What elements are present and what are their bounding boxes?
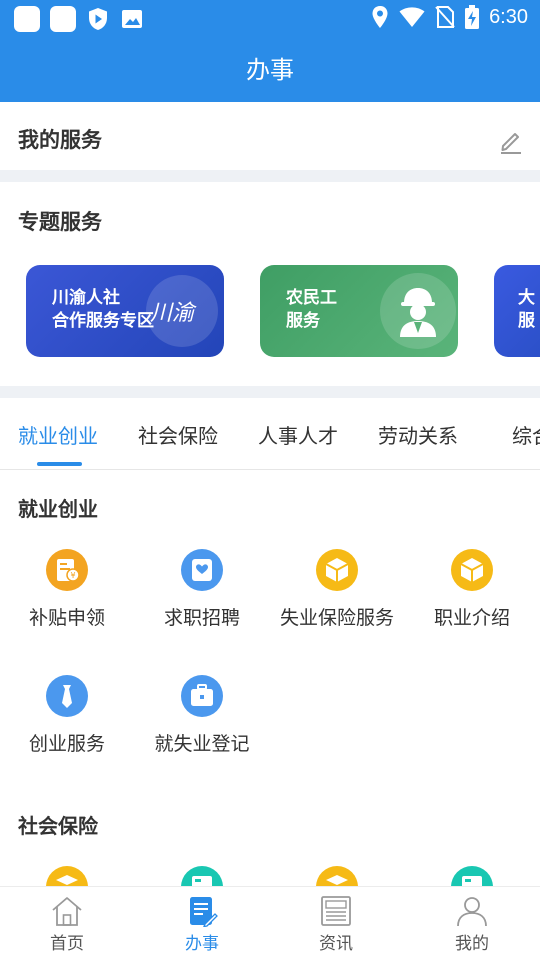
service-label: 职业介绍 (433, 607, 510, 629)
section-title-employment: 就业创业 (18, 497, 98, 521)
tab-social-insurance[interactable]: 社会保险 (138, 420, 218, 449)
subsidy-icon: ¥ (46, 549, 88, 591)
card-title-line1: 川渝人社 (52, 288, 120, 308)
battery-charging-icon (465, 5, 480, 29)
status-time: 6:30 (489, 5, 528, 28)
card-partial-service[interactable]: 大 服 (494, 265, 540, 357)
card-title-line2: 合作服务专区 (52, 311, 154, 331)
category-tabs: 就业创业 社会保险 人事人才 劳动关系 综合 (0, 398, 540, 470)
news-icon (321, 896, 351, 926)
chuanyu-badge-icon: 川渝 (146, 275, 218, 347)
my-service-label: 我的服务 (18, 128, 102, 152)
home-icon (52, 897, 82, 926)
status-bar: 6:30 (0, 0, 540, 38)
app-square-icon (14, 6, 40, 32)
briefcase-icon (181, 675, 223, 717)
social-insurance-service-icon[interactable] (46, 866, 88, 886)
bottom-navigation: 首页 办事 资讯 我的 (0, 886, 540, 960)
image-icon (122, 10, 142, 28)
social-insurance-card-icon[interactable] (181, 866, 223, 886)
box-icon (316, 549, 358, 591)
svg-text:¥: ¥ (70, 571, 75, 580)
nav-home[interactable]: 首页 (27, 895, 107, 954)
nav-news[interactable]: 资讯 (296, 895, 376, 954)
nav-label: 资讯 (319, 934, 353, 954)
nav-label: 我的 (455, 934, 489, 954)
worker-helmet-icon (380, 273, 456, 349)
service-label: 求职招聘 (163, 607, 240, 629)
social-insurance-card-icon[interactable] (451, 866, 493, 886)
tab-employment[interactable]: 就业创业 (18, 420, 98, 449)
section-divider (0, 386, 540, 398)
wifi-icon (399, 7, 425, 27)
service-unemployment-insurance[interactable]: 失业保险服务 (272, 549, 402, 630)
service-label: 就失业登记 (154, 733, 250, 755)
card-chuanyu-service[interactable]: 川渝人社 合作服务专区 川渝 (26, 265, 224, 357)
tab-comprehensive[interactable]: 综合 (512, 420, 540, 449)
service-employment-registration[interactable]: 就失业登记 (137, 675, 267, 756)
card-title-line1: 农民工 (286, 288, 337, 308)
no-sim-icon (435, 6, 455, 28)
resume-heart-icon (181, 549, 223, 591)
section-title-social-insurance: 社会保险 (18, 814, 98, 838)
nav-services[interactable]: 办事 (162, 895, 242, 954)
service-label: 失业保险服务 (279, 607, 394, 629)
nav-me[interactable]: 我的 (432, 895, 512, 954)
chuanyu-badge-text: 川渝 (150, 301, 195, 326)
active-tab-indicator (37, 462, 82, 466)
page-title: 办事 (0, 38, 540, 102)
card-title-line1: 大 (518, 288, 535, 308)
tab-labor-relations[interactable]: 劳动关系 (378, 420, 458, 449)
service-job-introduction[interactable]: 职业介绍 (407, 549, 537, 630)
service-job-recruitment[interactable]: 求职招聘 (137, 549, 267, 630)
nav-label: 办事 (185, 934, 219, 954)
social-insurance-icons-partial (0, 866, 540, 886)
section-divider (0, 170, 540, 182)
special-services-label: 专题服务 (18, 210, 102, 234)
nav-label: 首页 (50, 934, 84, 954)
tab-personnel[interactable]: 人事人才 (258, 420, 338, 449)
social-insurance-service-icon[interactable] (316, 866, 358, 886)
box-icon (451, 549, 493, 591)
user-icon (457, 897, 487, 927)
card-title-line2: 服务 (286, 311, 320, 331)
card-title-line2: 服 (518, 311, 535, 331)
document-pen-icon (190, 897, 218, 927)
service-subsidy-application[interactable]: ¥ 补贴申领 (2, 549, 132, 630)
edit-pencil-icon[interactable] (498, 128, 524, 154)
card-migrant-worker-service[interactable]: 农民工 服务 (260, 265, 458, 357)
my-service-row: 我的服务 (0, 102, 540, 170)
service-label: 补贴申领 (28, 607, 105, 629)
special-services: 专题服务 川渝人社 合作服务专区 川渝 农民工 服务 大 服 (0, 182, 540, 386)
service-label: 创业服务 (28, 733, 105, 755)
app-square-icon (50, 6, 76, 32)
shield-play-icon (89, 8, 107, 30)
tie-icon (46, 675, 88, 717)
location-icon (372, 6, 388, 28)
service-entrepreneurship[interactable]: 创业服务 (2, 675, 132, 756)
